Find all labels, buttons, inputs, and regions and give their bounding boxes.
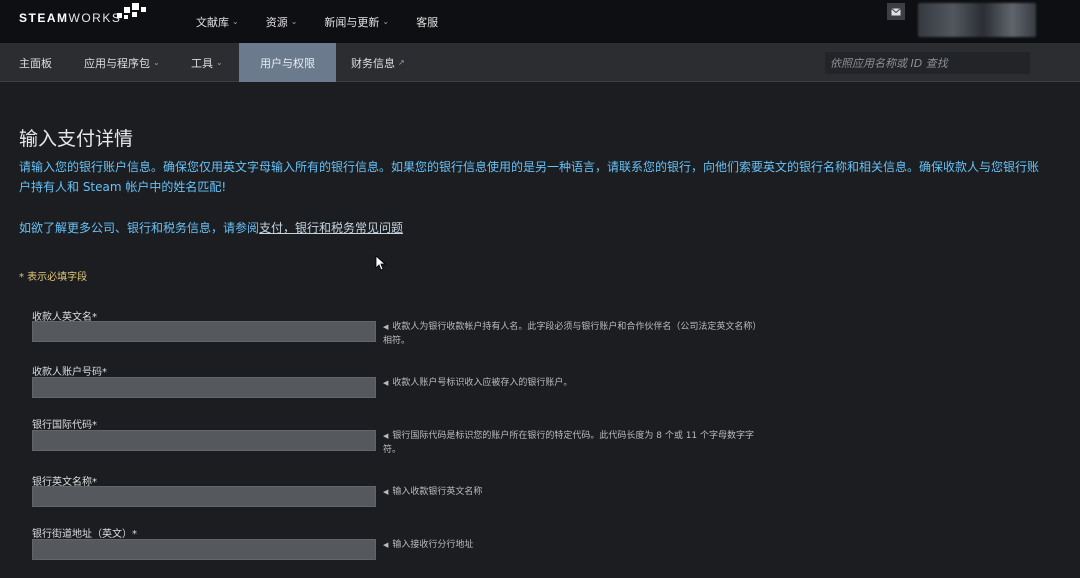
account-number-hint: ◀ 收款人账户号标识收入应被存入的银行账户。 (383, 378, 573, 388)
required-fields-note: * 表示必填字段 (19, 272, 88, 283)
mail-icon[interactable] (887, 3, 905, 20)
intro-text: 请输入您的银行账户信息。确保您仅用英文字母输入所有的银行信息。如果您的银行信息使… (19, 160, 1040, 194)
swift-code-label: 银行国际代码* (32, 420, 97, 431)
bank-address-input[interactable] (32, 539, 376, 560)
chevron-down-icon: ⌄ (216, 58, 223, 67)
account-number-label: 收款人账户号码* (32, 367, 107, 378)
payee-name-hint: ◀ 收款人为银行收款帐户持有人名。此字段必须与银行账户和合作伙伴名（公司法定英文名… (383, 322, 762, 346)
faq-link[interactable]: 支付，银行和税务常见问题 (259, 221, 403, 235)
payee-name-input[interactable] (32, 321, 376, 342)
mouse-cursor-icon (375, 255, 387, 271)
bank-name-hint: ◀ 输入收款银行英文名称 (383, 487, 483, 497)
caret-left-icon: ◀ (383, 541, 389, 549)
topnav-resources[interactable]: 资源 ⌄ (266, 14, 298, 30)
top-bar: STEAMWORKS 文献库 ⌄ 资源 ⌄ 新闻与更新 ⌄ 客服 (0, 0, 1080, 43)
account-number-input[interactable] (32, 377, 376, 398)
subnav-dashboard[interactable]: 主面板 (19, 43, 52, 82)
bank-address-hint: ◀ 输入接收行分行地址 (383, 540, 474, 550)
app-search-input[interactable] (825, 52, 1030, 74)
chevron-down-icon: ⌄ (232, 17, 239, 26)
account-menu-blurred[interactable] (918, 3, 1036, 37)
subnav-financial-info[interactable]: 财务信息 ↗ (351, 43, 405, 82)
logo-thin: WORKS (68, 11, 122, 25)
swift-code-hint: ◀ 银行国际代码是标识您的账户所在银行的特定代码。此代码长度为 8 个或 11 个… (383, 431, 755, 455)
topnav-support[interactable]: 客服 (416, 14, 438, 30)
chevron-down-icon: ⌄ (290, 17, 298, 26)
logo-bold: STEAM (19, 11, 69, 25)
chevron-down-icon: ⌄ (382, 17, 390, 26)
caret-left-icon: ◀ (383, 488, 389, 496)
swift-code-input[interactable] (32, 430, 376, 451)
chevron-down-icon: ⌄ (153, 58, 160, 67)
subnav-users-permissions[interactable]: 用户与权限 (239, 43, 336, 82)
caret-left-icon: ◀ (383, 432, 389, 440)
page-title: 输入支付详情 (19, 128, 134, 150)
caret-left-icon: ◀ (383, 323, 389, 331)
external-link-icon: ↗ (398, 58, 405, 67)
logo-squares-icon (115, 3, 151, 23)
topnav-news[interactable]: 新闻与更新 ⌄ (324, 14, 389, 30)
top-nav: 文献库 ⌄ 资源 ⌄ 新闻与更新 ⌄ 客服 (196, 0, 465, 43)
subnav-tools[interactable]: 工具 ⌄ (191, 43, 223, 82)
bank-address-label: 银行街道地址（英文）* (32, 529, 137, 540)
bank-name-input[interactable] (32, 486, 376, 507)
subnav-apps-packages[interactable]: 应用与程序包 ⌄ (84, 43, 160, 82)
help-line: 如欲了解更多公司、银行和税务信息，请参阅支付，银行和税务常见问题 (19, 221, 404, 235)
steamworks-logo[interactable]: STEAMWORKS (19, 3, 146, 25)
caret-left-icon: ◀ (383, 379, 389, 387)
topnav-library[interactable]: 文献库 ⌄ (196, 14, 239, 30)
